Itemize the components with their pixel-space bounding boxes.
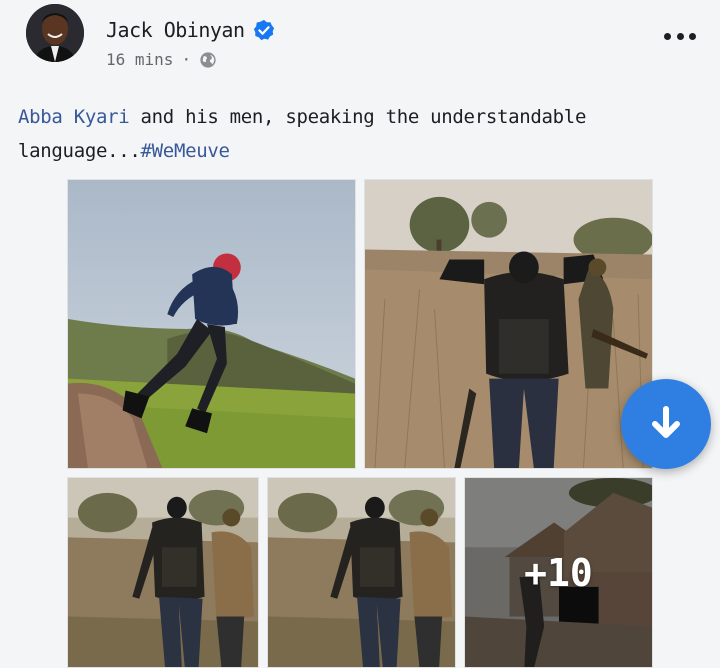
more-options-icon[interactable] (664, 22, 696, 50)
author-avatar[interactable] (26, 4, 84, 62)
verified-badge-icon (253, 19, 274, 41)
meta-separator: · (181, 50, 192, 69)
post-photo-5[interactable]: +10 (464, 477, 653, 668)
post-photo-4[interactable] (267, 477, 456, 668)
download-arrow-icon (652, 406, 680, 438)
post-meta: 16 mins · (106, 50, 217, 69)
hashtag-link[interactable]: #WeMeuve (141, 140, 230, 162)
globe-icon[interactable] (199, 51, 217, 69)
author-row: Jack Obinyan (106, 18, 275, 42)
download-button[interactable] (621, 379, 711, 469)
mention-link[interactable]: Abba Kyari (18, 106, 130, 128)
post-photo-1[interactable] (67, 179, 356, 469)
author-name[interactable]: Jack Obinyan (106, 18, 245, 42)
post-timestamp[interactable]: 16 mins (106, 50, 173, 69)
post-photo-2[interactable] (364, 179, 653, 469)
post-photo-3[interactable] (67, 477, 259, 668)
post-text: Abba Kyari and his men, speaking the und… (18, 100, 678, 168)
more-photos-count[interactable]: +10 (465, 478, 652, 667)
